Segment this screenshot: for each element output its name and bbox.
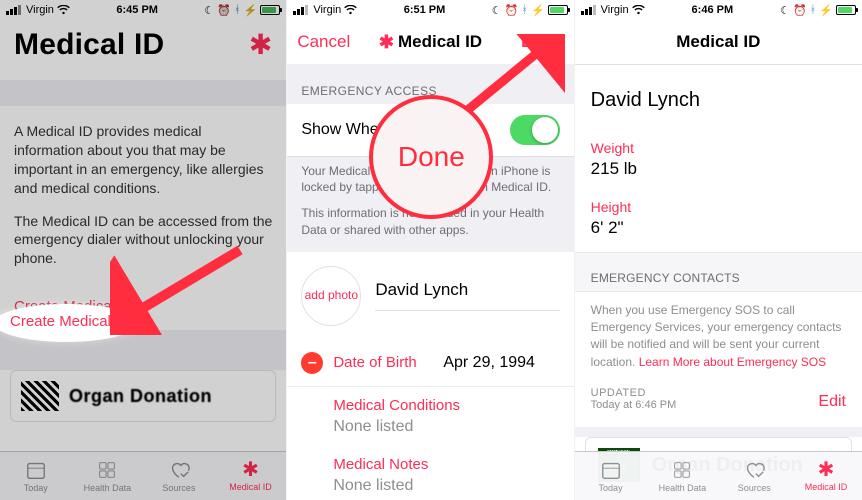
status-bar: Virgin 6:46 PM ☾ ⏰ ᚼ ⚡ (575, 0, 862, 20)
cancel-button[interactable]: Cancel (297, 32, 350, 52)
star-icon: ✱ (818, 460, 835, 480)
medical-notes-row[interactable]: Medical Notes None listed (287, 446, 573, 500)
status-time: 6:45 PM (116, 4, 158, 16)
donate-life-badge-icon (21, 381, 59, 411)
dob-label: Date of Birth (333, 354, 433, 371)
status-time: 6:51 PM (404, 4, 446, 16)
moon-icon: ☾ (204, 4, 214, 17)
learn-more-link[interactable]: Learn More about Emergency SOS (639, 355, 826, 369)
nav-title: Medical ID (676, 32, 760, 52)
organ-donation-card[interactable]: Organ Donation (10, 370, 276, 422)
dob-value: Apr 29, 1994 (443, 354, 535, 372)
annotation-done-bubble: Done (369, 95, 493, 219)
moon-icon: ☾ (492, 4, 502, 17)
calendar-icon (25, 459, 47, 481)
status-bar: Virgin 6:45 PM ☾ ⏰ ᚼ ⚡ (0, 0, 286, 20)
carrier-label: Virgin (601, 4, 629, 16)
wifi-icon (57, 5, 70, 15)
height-label: Height (591, 199, 846, 215)
carrier-label: Virgin (26, 4, 54, 16)
page-title: Medical ID (14, 28, 164, 62)
intro-paragraph-1: A Medical ID provides medical informatio… (14, 122, 272, 198)
updated-label: UPDATED (591, 387, 677, 399)
tab-sources[interactable]: Sources (718, 452, 790, 500)
bluetooth-icon: ᚼ (234, 4, 241, 16)
star-icon: ✱ (242, 460, 259, 480)
tab-bar: Today Health Data Sources ✱ Medical ID (575, 451, 862, 500)
medical-conditions-row[interactable]: Medical Conditions None listed (287, 387, 573, 446)
person-name: David Lynch (575, 65, 862, 134)
carrier-label: Virgin (313, 4, 341, 16)
height-row: Height 6' 2" (575, 193, 862, 252)
calendar-icon (600, 459, 622, 481)
status-bar: Virgin 6:51 PM ☾ ⏰ ᚼ ⚡ (287, 0, 573, 20)
medical-id-star-icon: ✱ (249, 31, 272, 59)
tab-medical-id[interactable]: ✱ Medical ID (215, 452, 287, 500)
lightning-icon: ⚡ (819, 4, 833, 17)
wifi-icon (632, 5, 645, 15)
battery-icon (548, 5, 568, 15)
updated-value: Today at 6:46 PM (591, 399, 677, 411)
nav-bar: Medical ID (575, 20, 862, 64)
grid-icon (671, 459, 693, 481)
alarm-icon: ⏰ (505, 4, 519, 17)
edit-button[interactable]: Edit (818, 393, 846, 411)
sources-icon (743, 459, 765, 481)
moon-icon: ☾ (780, 4, 790, 17)
tab-today[interactable]: Today (0, 452, 72, 500)
height-value: 6' 2" (591, 218, 624, 237)
screen-view: Virgin 6:46 PM ☾ ⏰ ᚼ ⚡ Medical ID David … (575, 0, 862, 500)
signal-icon (6, 5, 21, 15)
tab-health-data[interactable]: Health Data (646, 452, 718, 500)
battery-icon (836, 5, 856, 15)
create-medical-id-button-overlay[interactable]: Create Medical ID (10, 313, 130, 330)
annotation-arrow-to-create (110, 245, 250, 335)
weight-value: 215 lb (591, 159, 637, 178)
lightning-icon: ⚡ (531, 4, 545, 17)
star-icon: ✱ (379, 33, 394, 51)
bluetooth-icon: ᚼ (810, 4, 817, 16)
status-time: 6:46 PM (692, 4, 734, 16)
emergency-contacts-header: EMERGENCY CONTACTS (575, 252, 862, 292)
tab-health-data[interactable]: Health Data (72, 452, 144, 500)
wifi-icon (344, 5, 357, 15)
add-photo-button[interactable]: add photo (301, 266, 361, 326)
emergency-contacts-note: When you use Emergency SOS to call Emerg… (575, 292, 862, 376)
grid-icon (96, 459, 118, 481)
tab-today[interactable]: Today (575, 452, 647, 500)
battery-icon (260, 5, 280, 15)
weight-label: Weight (591, 140, 846, 156)
alarm-icon: ⏰ (793, 4, 807, 17)
alarm-icon: ⏰ (217, 4, 231, 17)
weight-row: Weight 215 lb (575, 134, 862, 193)
bluetooth-icon: ᚼ (521, 4, 528, 16)
lightning-icon: ⚡ (244, 4, 258, 17)
organ-donation-title: Organ Donation (69, 386, 212, 407)
tab-medical-id[interactable]: ✱ Medical ID (790, 452, 862, 500)
signal-icon (293, 5, 308, 15)
name-input[interactable]: David Lynch (375, 280, 559, 311)
tab-sources[interactable]: Sources (143, 452, 215, 500)
dob-row[interactable]: – Date of Birth Apr 29, 1994 (287, 340, 573, 387)
signal-icon (581, 5, 596, 15)
remove-dob-button[interactable]: – (301, 352, 323, 374)
sources-icon (168, 459, 190, 481)
tab-bar: Today Health Data Sources ✱ Medical ID (0, 451, 286, 500)
